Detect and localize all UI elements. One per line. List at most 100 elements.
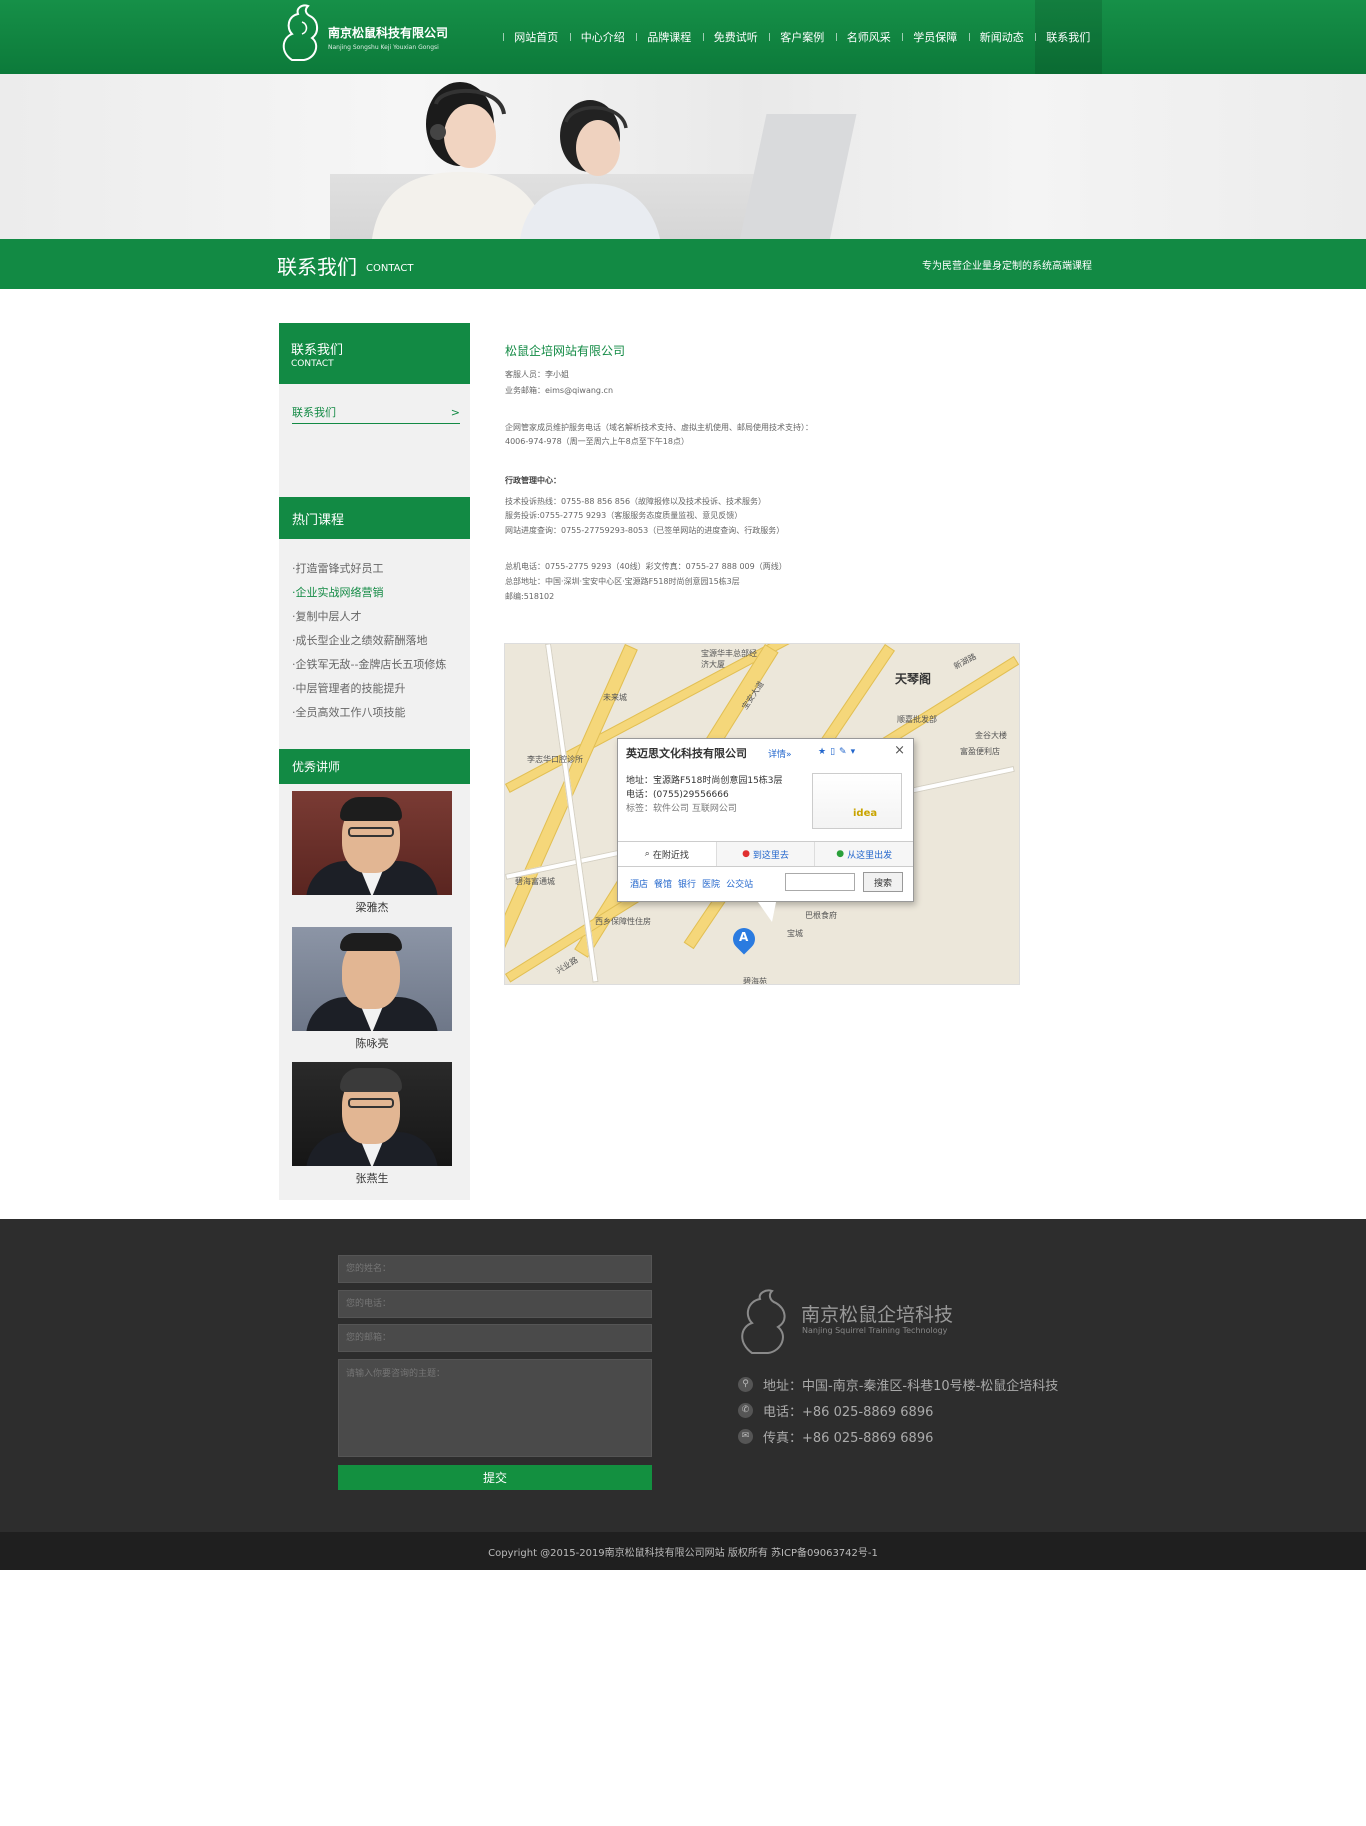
link-bus-stop[interactable]: 公交站 (726, 877, 753, 890)
link-restaurant[interactable]: 餐馆 (654, 877, 672, 890)
nav-free-trial[interactable]: 免费试听 (702, 0, 770, 74)
popup-detail-link[interactable]: 详情» (768, 747, 792, 760)
location-map[interactable]: 天琴阁 未来城 李志华口腔诊所 碧海富通城 西乡保障性住房 巴根食府 宝城 金谷… (504, 643, 1020, 985)
teacher-card[interactable]: 陈咏亮 (292, 927, 452, 1051)
nav-news[interactable]: 新闻动态 (968, 0, 1036, 74)
teacher-glasses (348, 1098, 394, 1108)
tab-label: 在附近找 (652, 850, 689, 861)
teacher-photo (292, 1062, 452, 1166)
nav-about[interactable]: 中心介绍 (569, 0, 637, 74)
tab-from-here[interactable]: ● 从这里出发 (815, 842, 913, 866)
hot-courses-header: 热门课程 (279, 497, 470, 539)
link-hotel[interactable]: 酒店 (630, 877, 648, 890)
popup-tools: ★ ▯ ✎ ▾ (818, 747, 855, 757)
teacher-photo (292, 927, 452, 1031)
footer-address-text: 地址：中国-南京-秦淮区-科巷10号楼-松鼠企培科技 (763, 1378, 1059, 1394)
search-icon: ⌕ (644, 849, 650, 859)
nav-guarantee[interactable]: 学员保障 (902, 0, 969, 74)
close-icon[interactable]: × (894, 743, 905, 758)
pin-icon: ● (836, 849, 845, 859)
name-field[interactable] (338, 1255, 652, 1283)
chevron-down-icon[interactable]: ▾ (851, 747, 856, 757)
teacher-card[interactable]: 张燕生 (292, 1062, 452, 1186)
nav-courses[interactable]: 品牌课程 (636, 0, 703, 74)
contact-line[interactable]: 业务邮箱：eims@qiwang.cn (505, 384, 613, 398)
tab-go-here[interactable]: ● 到这里去 (717, 842, 816, 866)
page-title: 联系我们 (277, 255, 357, 279)
map-info-popup: 英迈思文化科技有限公司 详情» ★ ▯ ✎ ▾ × 地址：宝源路F518时尚创意… (617, 738, 914, 922)
location-pin-icon: ⚲ (738, 1376, 753, 1392)
popup-thumbnail[interactable]: idea (812, 773, 902, 829)
footer-fax-text: 传真：+86 025-8869 6896 (763, 1430, 934, 1446)
submit-button[interactable]: 提交 (338, 1465, 652, 1490)
popup-phone: 电话：(0755)29556666 (626, 790, 729, 800)
map-label: 宝源华丰总部经济大厦 (701, 649, 757, 669)
contact-section-title: 行政管理中心： (505, 476, 561, 485)
list-item[interactable]: ·成长型企业之绩效薪酬落地 (292, 632, 467, 656)
phone-icon[interactable]: ▯ (830, 747, 835, 757)
star-icon[interactable]: ★ (818, 747, 826, 757)
teacher-hair (340, 933, 402, 951)
list-item[interactable]: ·全员高效工作八项技能 (292, 704, 467, 728)
popup-search-button[interactable]: 搜索 (863, 872, 903, 892)
list-item[interactable]: ·企铁军无敌--金牌店长五项修炼 (292, 656, 467, 680)
popup-search-input[interactable] (785, 873, 855, 891)
popup-quick-links: 酒店 餐馆 银行 医院 公交站 (630, 877, 753, 890)
sidebar: 联系我们 CONTACT 联系我们 > 热门课程 ·打造雷锋式好员工 ·企业实战… (279, 323, 470, 1200)
map-label: 金谷大楼 (975, 731, 1007, 740)
link-bank[interactable]: 银行 (678, 877, 696, 890)
nav-contact[interactable]: 联系我们 (1035, 0, 1102, 74)
tab-nearby[interactable]: ⌕ 在附近找 (618, 842, 717, 866)
teacher-hair (340, 797, 402, 821)
popup-tags: 标签：软件公司 互联网公司 (626, 804, 737, 814)
nav-cases[interactable]: 客户案例 (769, 0, 836, 74)
link-hospital[interactable]: 医院 (702, 877, 720, 890)
popup-tail (758, 902, 776, 922)
squirrel-logo-icon (282, 4, 318, 61)
nav-home[interactable]: 网站首页 (503, 0, 570, 74)
sidebar-header-title: 联系我们 (291, 343, 344, 358)
map-label: 碧海富通城 (515, 877, 555, 886)
company-name: 松鼠企培网站有限公司 (505, 344, 626, 358)
main-nav: 网站首页 中心介绍 品牌课程 免费试听 客户案例 名师风采 学员保障 新闻动态 … (503, 0, 1102, 74)
footer-logo: 南京松鼠企培科技 Nanjing Squirrel Training Techn… (736, 1287, 976, 1357)
contact-line: 客服人员：李小姐 (505, 370, 569, 379)
nav-teachers[interactable]: 名师风采 (835, 0, 903, 74)
email-field[interactable] (338, 1324, 652, 1352)
teachers-title: 优秀讲师 (292, 760, 341, 774)
list-item[interactable]: ·打造雷锋式好员工 (292, 560, 467, 584)
site-footer: 提交 南京松鼠企培科技 Nanjing Squirrel Training Te… (0, 1219, 1366, 1532)
tab-label: 从这里出发 (847, 850, 893, 861)
site-logo[interactable]: 南京松鼠科技有限公司 Nanjing Songshu Keji Youxian … (278, 2, 448, 64)
contact-line: 总部地址：中国·深圳·宝安中心区·宝源路F518时尚创意园15栋3层 (505, 577, 740, 586)
chevron-right-icon: > (450, 406, 460, 419)
teacher-glasses (348, 827, 394, 837)
sidebar-item-contact[interactable]: 联系我们 > (292, 402, 460, 424)
fax-icon: ✉ (738, 1428, 753, 1444)
map-label: 天琴阁 (895, 672, 932, 686)
contact-line: 服务投诉:0755-2775 9293（客服服务态度质量监视、意见反馈） (505, 511, 743, 520)
footer-fax: ✉ 传真：+86 025-8869 6896 (738, 1426, 933, 1446)
edit-icon[interactable]: ✎ (839, 747, 847, 757)
contact-line: 技术投诉热线：0755-88 856 856（故障报修以及技术投诉、技术服务） (505, 497, 767, 506)
phone-icon: ✆ (738, 1402, 753, 1418)
sidebar-item-label: 联系我们 (292, 406, 336, 419)
popup-title: 英迈思文化科技有限公司 (626, 747, 747, 760)
list-item[interactable]: ·中层管理者的技能提升 (292, 680, 467, 704)
phone-field[interactable] (338, 1290, 652, 1318)
list-item[interactable]: ·复制中层人才 (292, 608, 467, 632)
map-label: 富盈便利店 (960, 747, 1000, 756)
map-marker-label: A (739, 930, 749, 944)
banner-image (0, 74, 1366, 239)
footer-address: ⚲ 地址：中国-南京-秦淮区-科巷10号楼-松鼠企培科技 (738, 1374, 1058, 1394)
map-label: 宝城 (787, 929, 803, 938)
list-item[interactable]: ·企业实战网络营销 (292, 584, 467, 608)
footer-phone-text: 电话：+86 025-8869 6896 (763, 1404, 934, 1420)
page-slogan: 专为民营企业量身定制的系统高端课程 (922, 261, 1092, 272)
footer-phone: ✆ 电话：+86 025-8869 6896 (738, 1400, 933, 1420)
map-label: 李志华口腔诊所 (527, 755, 583, 764)
message-field[interactable] (338, 1359, 652, 1457)
teacher-card[interactable]: 梁雅杰 (292, 791, 452, 915)
teachers-header: 优秀讲师 (279, 749, 470, 784)
logo-company-name: 南京松鼠科技有限公司 (328, 26, 449, 40)
